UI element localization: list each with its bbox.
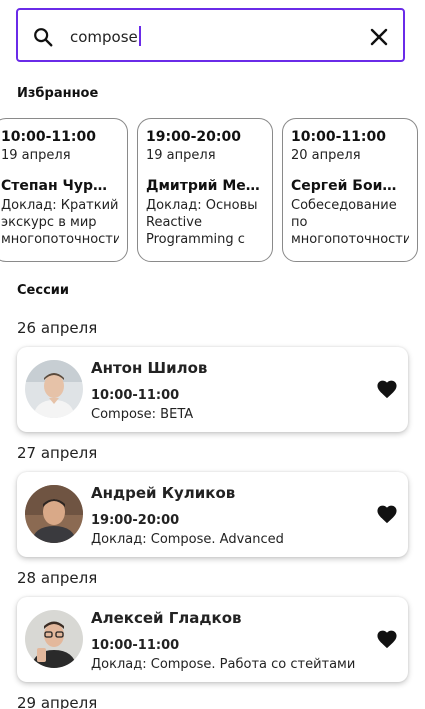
search-bar[interactable]: compose	[16, 8, 405, 62]
favorite-description: Собеседование по многопоточности	[291, 198, 409, 247]
session-card[interactable]: Алексей Гладков 10:00-11:00 Доклад: Comp…	[17, 597, 408, 682]
favorite-card[interactable]: 10:00-11:00 19 апреля Степан Чурюканов Д…	[0, 118, 128, 262]
favorite-speaker: Сергей Боишев	[291, 178, 409, 194]
sessions-title: Сессии	[17, 283, 69, 298]
session-time: 19:00-20:00	[91, 513, 180, 528]
session-description: Compose: BETA	[91, 407, 194, 422]
search-icon	[34, 28, 53, 47]
favorite-heart-icon[interactable]	[376, 379, 398, 399]
session-date-header: 28 апреля	[17, 569, 98, 587]
text-cursor	[138, 26, 141, 46]
app-screen: compose Избранное 10:00-11:00 19 апреля …	[0, 0, 425, 709]
speaker-photo	[25, 485, 83, 543]
session-date-header: 27 апреля	[17, 444, 98, 462]
favorite-card[interactable]: 19:00-20:00 19 апреля Дмитрий Мельников …	[137, 118, 273, 262]
favorite-time: 19:00-20:00	[146, 129, 241, 145]
favorites-title: Избранное	[17, 86, 99, 101]
favorite-time: 10:00-11:00	[1, 129, 96, 145]
close-icon[interactable]	[369, 27, 389, 47]
favorite-card[interactable]: 10:00-11:00 20 апреля Сергей Боишев Собе…	[282, 118, 418, 262]
session-time: 10:00-11:00	[91, 638, 180, 653]
favorite-heart-icon[interactable]	[376, 629, 398, 649]
session-time: 10:00-11:00	[91, 388, 180, 403]
avatar	[25, 610, 83, 668]
favorite-description: Доклад: Основы Reactive Programming с ис…	[146, 198, 258, 247]
favorite-heart-icon[interactable]	[376, 504, 398, 524]
search-input[interactable]: compose	[70, 26, 141, 46]
favorite-time: 10:00-11:00	[291, 129, 386, 145]
session-date-header: 26 апреля	[17, 319, 98, 337]
avatar	[25, 485, 83, 543]
favorite-speaker: Дмитрий Мельников	[146, 178, 264, 194]
session-speaker: Антон Шилов	[91, 359, 208, 377]
search-input-value: compose	[70, 28, 138, 46]
session-description: Доклад: Compose. Работа со стейтами	[91, 657, 356, 672]
session-date-header: 29 апреля	[17, 694, 98, 709]
favorite-date: 20 апреля	[291, 148, 361, 163]
favorite-date: 19 апреля	[146, 148, 216, 163]
session-card[interactable]: Антон Шилов 10:00-11:00 Compose: BETA	[17, 347, 408, 432]
session-speaker: Алексей Гладков	[91, 609, 242, 627]
avatar	[25, 360, 83, 418]
session-description: Доклад: Compose. Advanced	[91, 532, 284, 547]
speaker-photo	[25, 610, 83, 668]
favorite-speaker: Степан Чурюканов	[1, 178, 119, 194]
speaker-photo	[25, 360, 83, 418]
favorite-date: 19 апреля	[1, 148, 71, 163]
session-card[interactable]: Андрей Куликов 19:00-20:00 Доклад: Compo…	[17, 472, 408, 557]
session-speaker: Андрей Куликов	[91, 484, 236, 502]
favorite-description: Доклад: Краткий экскурс в мир многопоточ…	[1, 198, 119, 247]
